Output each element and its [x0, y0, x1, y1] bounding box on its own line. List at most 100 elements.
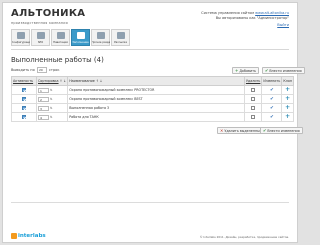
- nav-item-navigation[interactable]: Навигация: [51, 29, 70, 46]
- edit-check-icon[interactable]: ✔: [270, 106, 274, 111]
- sort-input[interactable]: 3: [38, 105, 49, 111]
- cell-name[interactable]: Охрана противопожарный комплекс PROTECTO…: [67, 85, 245, 95]
- logo-subtitle: производственная компания: [11, 21, 68, 25]
- cell-sort: 1 ⇅: [35, 85, 69, 95]
- cell-sort: 3 ⇅: [35, 103, 69, 113]
- nav-item-label: Рассылка: [114, 41, 127, 44]
- table-row: 3 ⇅ Выполненная работа 3 ✔ +: [11, 103, 294, 113]
- cell-activity: [11, 103, 37, 113]
- table-row: 4 ⇅ Работа для ТАНК ✔ +: [11, 112, 294, 122]
- add-plus-icon[interactable]: +: [285, 95, 290, 102]
- edit-check-icon[interactable]: ✔: [270, 97, 274, 102]
- cell-delete: [243, 94, 263, 104]
- cell-activity: [11, 112, 37, 122]
- cell-activity: [11, 94, 37, 104]
- cell-activity: [11, 85, 37, 95]
- cell-delete: [243, 112, 263, 122]
- add-plus-icon[interactable]: +: [285, 104, 290, 111]
- brand-name: interlabs: [18, 233, 46, 239]
- table-row: 1 ⇅ Охрана противопожарный комплекс PROTE…: [11, 85, 294, 95]
- active-checkbox[interactable]: [22, 115, 26, 119]
- stepper-icon[interactable]: ⇅: [50, 115, 53, 119]
- cell-add: +: [281, 94, 294, 104]
- nav-item-label: SEO: [37, 41, 44, 44]
- stepper-icon[interactable]: ⇅: [50, 97, 53, 101]
- sort-arrows-icon[interactable]: ↑ ↓: [60, 79, 67, 83]
- copyright: © Interlabs 2011. Дизайн, разработка, пр…: [200, 235, 289, 239]
- cell-add: +: [281, 85, 294, 95]
- sort-input[interactable]: 1: [38, 87, 49, 93]
- delete-checkbox[interactable]: [251, 106, 256, 110]
- edit-check-icon[interactable]: ✔: [270, 115, 274, 120]
- nav-item-other[interactable]: Прочие разделы: [91, 29, 110, 46]
- col-delete[interactable]: Удалить: [243, 76, 263, 86]
- logo-title: АЛЬТОНИКА: [11, 8, 86, 19]
- save-button-label: Внести изменения: [269, 68, 302, 73]
- sort-arrows-icon[interactable]: ↑ ↓: [96, 79, 103, 83]
- table-toolbar: Выводить по 20 строк + Добавить ✔ Внести…: [11, 67, 305, 74]
- active-checkbox[interactable]: [22, 88, 26, 92]
- nav-item-label: Заполнение: [72, 41, 89, 44]
- nav-item-label: Конфигурация: [11, 41, 30, 44]
- cell-edit: ✔: [261, 85, 283, 95]
- brand-mark-icon: [11, 233, 17, 239]
- table-row: 2 ⇅ Охрана противопожарный комплекс BEST …: [11, 94, 294, 104]
- navigation-icon: [56, 32, 65, 39]
- add-plus-icon[interactable]: +: [285, 113, 290, 120]
- content-frame: АЛЬТОНИКА производственная компания Сист…: [2, 2, 305, 243]
- sort-input[interactable]: 4: [38, 114, 49, 120]
- save-button[interactable]: ✔ Внести изменения: [262, 67, 305, 74]
- nav-item-content[interactable]: Заполнение: [71, 29, 90, 46]
- col-sort[interactable]: Сортировка ↑ ↓: [35, 76, 69, 86]
- edit-check-icon[interactable]: ✔: [270, 88, 274, 93]
- save-bottom-button[interactable]: ✔ Внести изменения: [260, 127, 303, 134]
- page: АЛЬТОНИКА производственная компания Сист…: [0, 0, 305, 245]
- cell-add: +: [281, 103, 294, 113]
- main-nav: Конфигурация SEO Навигация Заполнение Пр…: [11, 29, 131, 46]
- site-logo[interactable]: АЛЬТОНИКА производственная компания: [11, 8, 86, 26]
- other-sections-icon: [96, 32, 105, 39]
- mailing-icon: [116, 32, 125, 39]
- sort-input[interactable]: 2: [38, 96, 49, 102]
- nav-item-seo[interactable]: SEO: [31, 29, 50, 46]
- interlabs-logo[interactable]: interlabs: [11, 233, 46, 239]
- cell-sort: 4 ⇅: [35, 112, 69, 122]
- nav-item-config[interactable]: Конфигурация: [11, 29, 30, 46]
- add-plus-icon[interactable]: +: [285, 86, 290, 93]
- plus-icon: +: [235, 68, 239, 73]
- config-icon: [16, 32, 25, 39]
- site-link[interactable]: www.alt-altonika.ru: [255, 11, 289, 15]
- delete-icon: ✕: [220, 128, 224, 133]
- active-checkbox[interactable]: [22, 97, 26, 101]
- check-icon: ✔: [263, 128, 267, 133]
- col-add: Клон: [281, 76, 294, 86]
- user-line: Вы авторизованы как "Администратор": [215, 16, 289, 20]
- col-activity[interactable]: Активность: [11, 76, 37, 86]
- check-icon: ✔: [265, 68, 269, 73]
- delete-checkbox[interactable]: [251, 88, 256, 92]
- add-button[interactable]: + Добавить: [232, 67, 259, 74]
- delete-checkbox[interactable]: [251, 115, 256, 119]
- delete-checkbox[interactable]: [251, 97, 256, 101]
- nav-item-label: Прочие разделы: [91, 41, 110, 44]
- stepper-icon[interactable]: ⇅: [50, 88, 53, 92]
- logout-link[interactable]: Выйти: [277, 23, 289, 27]
- header-divider: [11, 49, 289, 50]
- rows-per-page-suffix: строк: [49, 68, 60, 72]
- col-name[interactable]: Наименование ↑ ↓: [67, 76, 245, 86]
- nav-item-label: Навигация: [53, 41, 68, 44]
- table-header-row: Активность Сортировка ↑ ↓ Наименование ↑…: [11, 76, 294, 86]
- nav-item-mailing[interactable]: Рассылка: [111, 29, 130, 46]
- content-icon: [76, 32, 85, 39]
- active-checkbox[interactable]: [22, 106, 26, 110]
- rows-per-page-select[interactable]: 20: [37, 67, 47, 73]
- cell-name[interactable]: Работа для ТАНК: [67, 112, 245, 122]
- cell-name[interactable]: Выполненная работа 3: [67, 103, 245, 113]
- site-info: Система управления сайтом www.alt-altoni…: [201, 11, 289, 21]
- cell-sort: 2 ⇅: [35, 94, 69, 104]
- stepper-icon[interactable]: ⇅: [50, 106, 53, 110]
- seo-icon: [36, 32, 45, 39]
- cell-delete: [243, 85, 263, 95]
- footer-divider: [11, 202, 289, 203]
- cell-name[interactable]: Охрана противопожарный комплекс BEST: [67, 94, 245, 104]
